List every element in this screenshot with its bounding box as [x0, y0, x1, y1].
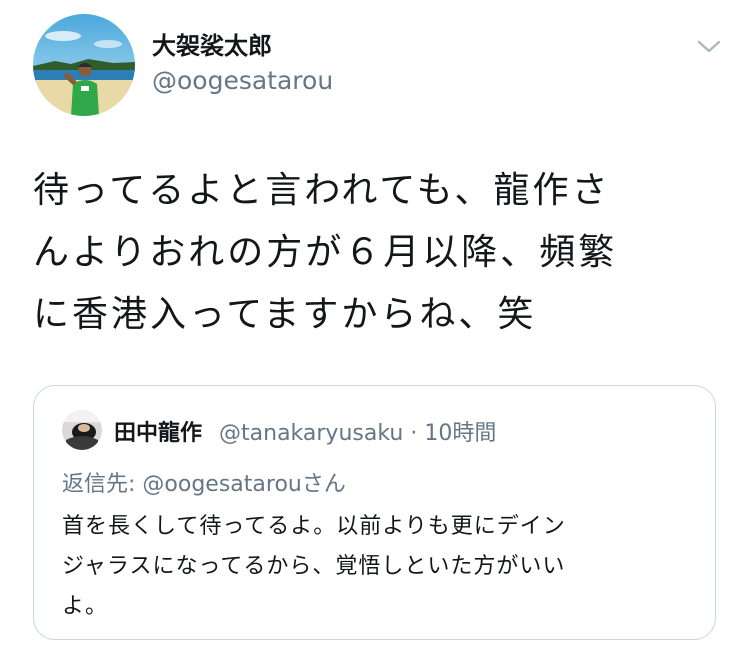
separator-dot: ·: [410, 421, 418, 446]
quoted-body: 首を長くして待ってるよ。以前よりも更にデイン ジャラスになってるから、覚悟しとい…: [62, 507, 702, 627]
reply-handle-link[interactable]: @oogesatarou: [142, 472, 301, 497]
reply-context: 返信先: @oogesatarouさん: [62, 466, 346, 498]
profile-photo: [62, 410, 102, 450]
quoted-author-avatar[interactable]: [62, 410, 102, 450]
tweet-line: んよりおれの方が６月以降、頻繁: [33, 232, 618, 273]
quoted-header: 田中龍作 @tanakaryusaku · 10時間: [114, 415, 496, 447]
quoted-tweet-card[interactable]: 田中龍作 @tanakaryusaku · 10時間 返信先: @oogesat…: [33, 385, 716, 640]
quoted-line: よ。: [62, 594, 109, 619]
quoted-line: ジャラスになってるから、覚悟しといた方がいい: [62, 554, 566, 579]
tweet-line: に香港入ってますからね、笑: [33, 294, 537, 335]
tweet-body: 待ってるよと言われても、龍作さ んよりおれの方が６月以降、頻繁 に香港入ってます…: [33, 160, 723, 346]
author-handle[interactable]: @oogesatarou: [152, 66, 333, 95]
reply-prefix: 返信先:: [62, 472, 143, 497]
quoted-handle[interactable]: @tanakaryusaku: [219, 421, 403, 446]
author-display-name[interactable]: 大袈裟太郎: [152, 26, 272, 61]
chevron-down-icon[interactable]: [694, 34, 724, 58]
reply-suffix: さん: [301, 472, 346, 497]
tweet-line: 待ってるよと言われても、龍作さ: [33, 170, 611, 211]
author-avatar[interactable]: [33, 14, 135, 116]
quoted-line: 首を長くして待ってるよ。以前よりも更にデイン: [62, 514, 566, 539]
quoted-display-name[interactable]: 田中龍作: [114, 421, 202, 446]
quoted-timestamp[interactable]: 10時間: [424, 421, 496, 446]
profile-photo: [33, 14, 135, 116]
